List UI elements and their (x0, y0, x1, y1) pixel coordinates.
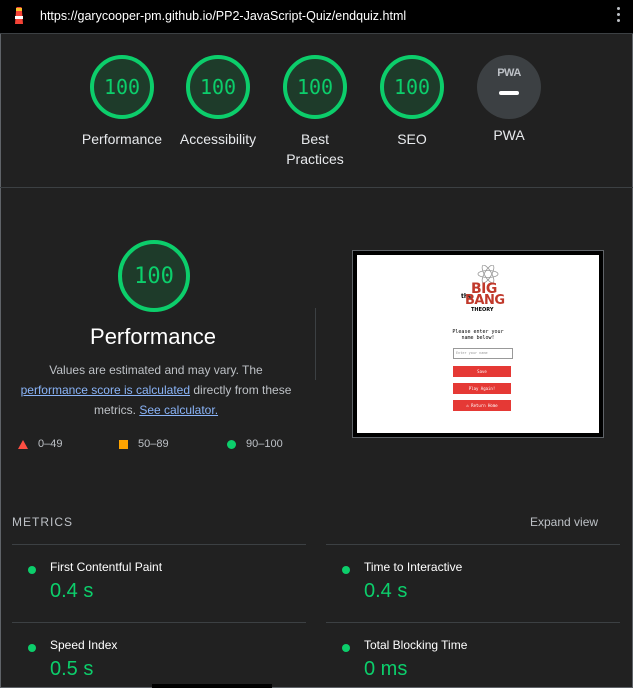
metric-divider (326, 544, 620, 545)
thumbnail-play-again-button: Play Again! (453, 383, 511, 394)
section-divider (0, 187, 633, 188)
more-menu-icon[interactable] (617, 7, 621, 25)
expand-view-toggle[interactable]: Expand view (530, 515, 598, 529)
score-calculated-link[interactable]: performance score is calculated (21, 383, 190, 397)
page-url: https://garycooper-pm.github.io/PP2-Java… (40, 9, 407, 23)
prompt-text: Please enter your name below! (452, 329, 504, 341)
metric-name: Time to Interactive (364, 560, 463, 574)
screenshot-image: the BIG BANG THEORY Please enter your na… (357, 255, 599, 433)
gauge-pwa[interactable]: PWA PWA (464, 50, 554, 145)
gauge-score: 100 (186, 55, 250, 119)
logo-theory: THEORY (471, 307, 494, 313)
gauge-label: Accessibility (179, 131, 257, 147)
metrics-header: METRICS (12, 515, 73, 529)
gauge-best-practices[interactable]: 100 Best Practices (270, 50, 360, 169)
metric-name: Total Blocking Time (364, 638, 468, 652)
gauge-label: Best Practices (286, 131, 344, 167)
gauge-accessibility[interactable]: 100 Accessibility (173, 50, 263, 149)
triangle-icon (18, 439, 28, 449)
gauge-score: 100 (380, 55, 444, 119)
legend-pass-label: 90–100 (246, 438, 283, 450)
gauge-label: SEO (397, 131, 427, 147)
pass-circle-icon (28, 566, 36, 574)
dash-icon (499, 91, 519, 95)
legend-average-label: 50–89 (138, 438, 169, 450)
desc-text: Values are estimated and may vary. The (49, 363, 263, 377)
metric-value: 0 ms (364, 658, 408, 680)
legend-pass: 90–100 (227, 438, 283, 450)
square-icon (119, 439, 128, 449)
score-legend: 0–49 50–89 90–100 (0, 438, 320, 454)
see-calculator-link[interactable]: See calculator. (139, 403, 218, 417)
pwa-badge: PWA (477, 55, 541, 119)
thumbnail-prompt: Please enter your name below! (357, 329, 599, 341)
pass-circle-icon (28, 644, 36, 652)
legend-average: 50–89 (119, 438, 169, 450)
gauge-score: 100 (283, 55, 347, 119)
gauge-performance[interactable]: 100 Performance (77, 50, 167, 149)
lighthouse-icon (15, 7, 23, 24)
metric-value: 0.4 s (364, 580, 408, 602)
gauge-seo[interactable]: 100 SEO (367, 50, 457, 149)
circle-icon (227, 439, 236, 449)
thumbnail-save-button: Save (453, 366, 511, 377)
performance-title: Performance (90, 324, 216, 349)
final-screenshot[interactable]: the BIG BANG THEORY Please enter your na… (352, 250, 604, 438)
url-bar: https://garycooper-pm.github.io/PP2-Java… (0, 0, 633, 34)
horizontal-scrollbar[interactable] (152, 684, 272, 688)
metric-divider (12, 544, 306, 545)
pwa-badge-text: PWA (497, 67, 521, 79)
pass-circle-icon (342, 644, 350, 652)
logo-bang: BANG (465, 293, 505, 308)
summary-gauges: 100 Performance 100 Accessibility 100 Be… (0, 50, 633, 180)
vertical-divider (315, 308, 316, 380)
metric-name: Speed Index (50, 638, 118, 652)
gauge-label: PWA (493, 127, 525, 143)
thumbnail-name-input: Enter your name (453, 348, 513, 359)
pass-circle-icon (342, 566, 350, 574)
gauge-score: 100 (90, 55, 154, 119)
thumbnail-return-home-button: ⌂ Return Home (453, 400, 511, 411)
metric-name: First Contentful Paint (50, 560, 163, 574)
metric-divider (12, 622, 306, 623)
performance-description: Values are estimated and may vary. The p… (12, 360, 300, 420)
legend-fail-label: 0–49 (38, 438, 63, 450)
legend-fail: 0–49 (18, 438, 62, 450)
metric-value: 0.4 s (50, 580, 94, 602)
performance-score-gauge: 100 (118, 240, 190, 312)
metric-value: 0.5 s (50, 658, 94, 680)
gauge-label: Performance (81, 131, 163, 147)
return-home-text: Return Home (471, 403, 498, 408)
metric-divider (326, 622, 620, 623)
